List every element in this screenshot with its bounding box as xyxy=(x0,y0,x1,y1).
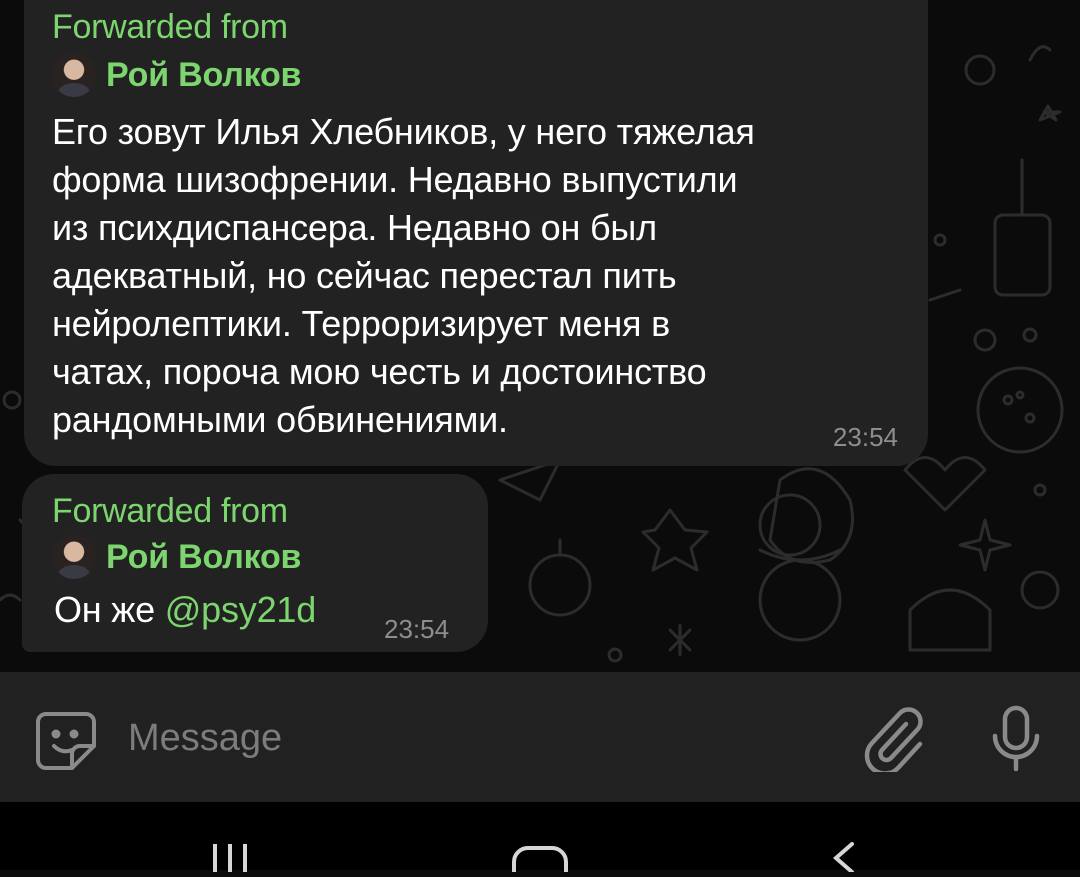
sender-avatar[interactable] xyxy=(52,53,96,97)
message-line: рандомными обвинениями. xyxy=(52,399,508,440)
chat-area: Forwarded from Рой Волков Его зовут Илья… xyxy=(0,0,1080,672)
forwarded-sender-row[interactable]: Рой Волков xyxy=(52,53,301,97)
message-input[interactable] xyxy=(126,702,830,774)
message-time: 23:54 xyxy=(384,614,450,644)
sender-name[interactable]: Рой Волков xyxy=(106,56,301,95)
system-navigation-bar xyxy=(0,802,1080,874)
message-text: Он же @psy21d xyxy=(54,586,316,634)
recent-apps-icon[interactable] xyxy=(205,842,255,877)
home-icon[interactable] xyxy=(510,842,570,877)
message-line: адекватный, но сейчас перестал пить xyxy=(52,255,677,296)
message-time: 23:54 xyxy=(832,422,898,452)
forwarded-label: Forwarded from xyxy=(52,8,288,46)
forwarded-label: Forwarded from xyxy=(52,492,288,530)
message-line: форма шизофрении. Недавно выпустили xyxy=(52,159,738,200)
sender-name[interactable]: Рой Волков xyxy=(106,538,301,577)
message-line: нейролептики. Терроризирует меня в xyxy=(52,303,671,344)
message-line: Его зовут Илья Хлебников, у него тяжелая xyxy=(52,111,755,152)
back-icon[interactable] xyxy=(822,842,862,877)
message-bubble-2[interactable]: Forwarded from Рой Волков Он же @psy21d … xyxy=(22,474,488,652)
sender-avatar[interactable] xyxy=(52,535,96,579)
message-line: чатах, пороча мою честь и достоинство xyxy=(52,351,707,392)
username-mention-link[interactable]: @psy21d xyxy=(165,589,316,630)
message-text: Его зовут Илья Хлебников, у него тяжелая… xyxy=(52,108,755,444)
message-line: из психдиспансера. Недавно он был xyxy=(52,207,657,248)
paperclip-icon[interactable] xyxy=(862,706,924,777)
sticker-icon[interactable] xyxy=(34,708,100,779)
message-bubble-1[interactable]: Forwarded from Рой Волков Его зовут Илья… xyxy=(24,0,928,466)
microphone-icon[interactable] xyxy=(990,704,1042,779)
message-text-plain: Он же xyxy=(54,589,165,630)
forwarded-sender-row[interactable]: Рой Волков xyxy=(52,535,301,579)
